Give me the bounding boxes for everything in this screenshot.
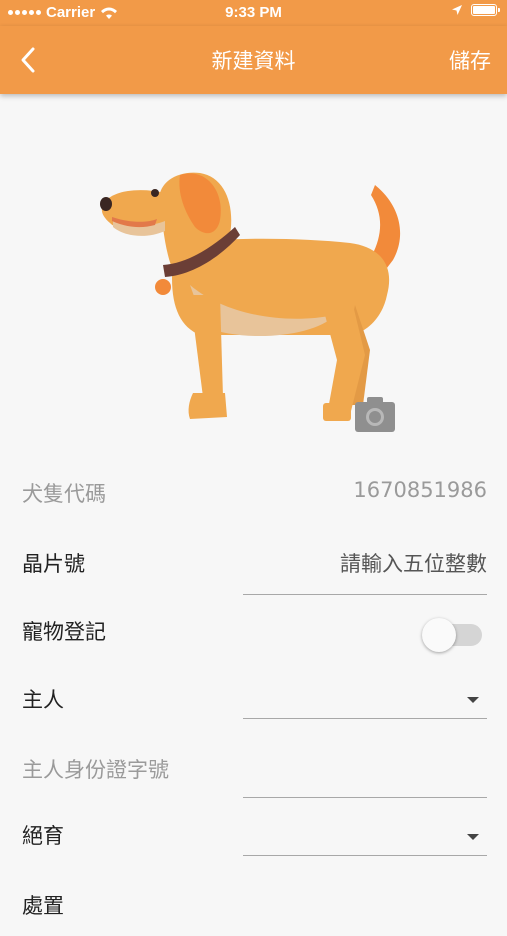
dog-code-row: 犬隻代碼 1670851986 <box>0 464 507 524</box>
neutered-underline <box>243 855 487 856</box>
dog-code-label: 犬隻代碼 <box>22 482 106 506</box>
owner-id-underline[interactable] <box>243 797 487 798</box>
neutered-row[interactable]: 絕育 <box>0 806 507 866</box>
location-arrow-icon <box>452 5 462 15</box>
owner-label: 主人 <box>22 688 64 712</box>
status-bar: Carrier 9:33 PM <box>0 0 507 26</box>
pet-registration-toggle[interactable] <box>422 616 482 652</box>
camera-icon[interactable] <box>353 396 397 434</box>
next-row-partial: 處置 <box>0 876 507 936</box>
save-button[interactable]: 儲存 <box>449 45 491 75</box>
toggle-knob <box>422 618 456 652</box>
chip-number-underline <box>243 594 487 595</box>
neutered-label: 絕育 <box>22 824 64 848</box>
owner-dropdown-arrow-icon[interactable] <box>467 697 479 703</box>
owner-row[interactable]: 主人 <box>0 670 507 730</box>
chip-number-input[interactable]: 請輸入五位整數 <box>340 548 487 578</box>
owner-id-label: 主人身份證字號 <box>22 758 169 782</box>
dog-illustration[interactable] <box>95 165 415 430</box>
next-row-label: 處置 <box>22 894 64 918</box>
owner-underline <box>243 718 487 719</box>
dog-code-value: 1670851986 <box>353 478 487 502</box>
chip-number-label: 晶片號 <box>22 552 85 576</box>
chip-number-row: 晶片號 請輸入五位整數 <box>0 534 507 595</box>
neutered-dropdown-arrow-icon[interactable] <box>467 834 479 840</box>
battery-icon <box>471 4 500 16</box>
pet-registration-row: 寵物登記 <box>0 602 507 662</box>
navigation-bar: 新建資料 儲存 <box>0 26 507 94</box>
status-time: 9:33 PM <box>225 4 282 21</box>
owner-id-row: 主人身份證字號 <box>0 740 507 800</box>
status-right <box>451 4 500 16</box>
pet-registration-label: 寵物登記 <box>22 620 106 644</box>
page-title: 新建資料 <box>211 49 296 73</box>
